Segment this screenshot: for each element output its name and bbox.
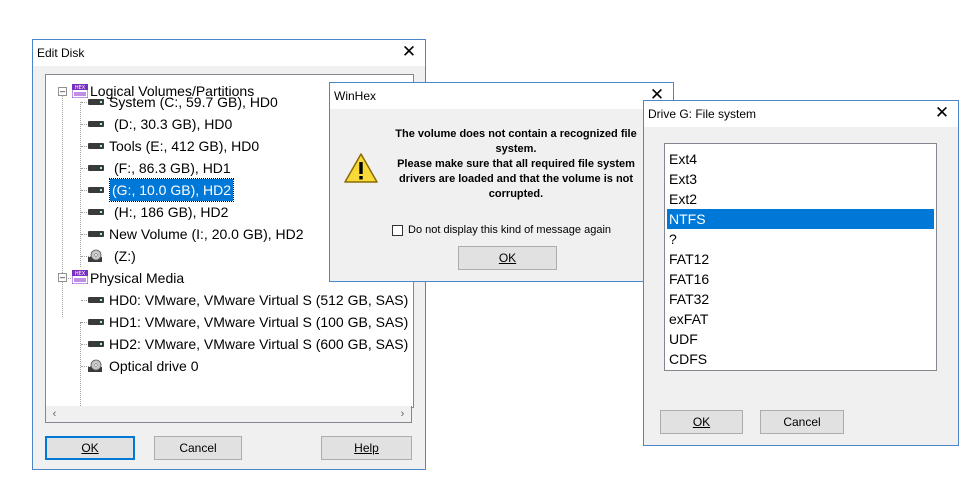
tree-item-volume[interactable]: (D:, 30.3 GB), HD0 bbox=[114, 113, 232, 135]
warning-icon bbox=[344, 153, 378, 183]
tree-line bbox=[80, 322, 81, 407]
collapse-icon[interactable]: – bbox=[58, 87, 67, 96]
hex-logo-icon: HEX bbox=[72, 84, 88, 98]
message-line-2: Please make sure that all required file … bbox=[397, 158, 635, 200]
scroll-left-icon[interactable]: ‹ bbox=[46, 406, 63, 422]
help-label: Help bbox=[354, 441, 379, 455]
warning-message: The volume does not contain a recognized… bbox=[390, 127, 642, 202]
optical-drive-icon bbox=[88, 249, 102, 262]
edit-disk-titlebar[interactable]: Edit Disk ✕ bbox=[33, 40, 425, 66]
list-item[interactable]: ? bbox=[667, 229, 934, 249]
list-item[interactable]: Ext2 bbox=[667, 189, 934, 209]
list-item[interactable]: CDFS bbox=[667, 349, 934, 369]
file-system-list[interactable]: Ext4 Ext3 Ext2 NTFS ? FAT12 FAT16 FAT32 … bbox=[664, 143, 937, 371]
close-icon[interactable]: ✕ bbox=[399, 42, 419, 62]
cancel-label: Cancel bbox=[179, 441, 217, 455]
hex-logo-icon: HEX bbox=[72, 270, 88, 284]
drive-icon bbox=[88, 121, 104, 127]
cancel-button[interactable]: Cancel bbox=[760, 410, 844, 434]
tree-root-physical[interactable]: Physical Media bbox=[90, 267, 184, 289]
list-item-selected[interactable]: NTFS bbox=[667, 209, 934, 229]
winhex-titlebar[interactable]: WinHex ✕ bbox=[330, 83, 673, 109]
drive-icon bbox=[88, 209, 104, 215]
list-item[interactable]: exFAT bbox=[667, 309, 934, 329]
list-item[interactable]: UDF bbox=[667, 329, 934, 349]
drive-icon bbox=[88, 297, 104, 303]
file-system-title: Drive G: File system bbox=[648, 107, 757, 121]
optical-drive-icon bbox=[88, 359, 102, 372]
ok-label: OK bbox=[81, 441, 99, 455]
ok-label: OK bbox=[498, 251, 517, 265]
help-button[interactable]: Help bbox=[321, 436, 412, 460]
ok-button[interactable]: OK bbox=[660, 410, 743, 434]
ok-label: OK bbox=[692, 415, 711, 429]
cancel-label: Cancel bbox=[783, 415, 821, 429]
list-item[interactable]: FAT32 bbox=[667, 289, 934, 309]
tree-item-disk[interactable]: HD2: VMware, VMware Virtual S (600 GB, S… bbox=[109, 333, 408, 355]
message-line-1: The volume does not contain a recognized… bbox=[395, 128, 637, 155]
tree-item-volume[interactable]: System (C:, 59.7 GB), HD0 bbox=[109, 91, 278, 113]
file-system-dialog: Drive G: File system ✕ Ext4 Ext3 Ext2 NT… bbox=[643, 100, 959, 446]
tree-item-volume[interactable]: Tools (E:, 412 GB), HD0 bbox=[109, 135, 259, 157]
tree-item-disk[interactable]: Optical drive 0 bbox=[109, 355, 198, 377]
ok-button[interactable]: OK bbox=[45, 436, 135, 460]
drive-icon bbox=[88, 143, 104, 149]
svg-text:HEX: HEX bbox=[75, 85, 86, 91]
collapse-icon[interactable]: – bbox=[58, 273, 67, 282]
tree-item-disk[interactable]: HD1: VMware, VMware Virtual S (100 GB, S… bbox=[109, 311, 408, 333]
drive-icon bbox=[88, 99, 104, 105]
list-item[interactable]: Ext4 bbox=[667, 149, 934, 169]
tree-item-volume[interactable]: (F:, 86.3 GB), HD1 bbox=[114, 157, 231, 179]
edit-disk-title: Edit Disk bbox=[37, 46, 85, 60]
file-system-titlebar[interactable]: Drive G: File system ✕ bbox=[644, 101, 958, 127]
svg-text:HEX: HEX bbox=[75, 271, 86, 277]
tree-item-volume[interactable]: (H:, 186 GB), HD2 bbox=[114, 201, 228, 223]
close-icon[interactable]: ✕ bbox=[932, 103, 952, 123]
drive-icon bbox=[88, 231, 104, 237]
tree-line bbox=[62, 91, 63, 317]
ok-button[interactable]: OK bbox=[458, 246, 557, 270]
tree-item-volume[interactable]: New Volume (I:, 20.0 GB), HD2 bbox=[109, 223, 304, 245]
winhex-title: WinHex bbox=[334, 89, 377, 103]
drive-icon bbox=[88, 165, 104, 171]
winhex-dialog: WinHex ✕ The volume does not contain a r… bbox=[329, 82, 674, 282]
dont-show-again-label[interactable]: Do not display this kind of message agai… bbox=[408, 224, 611, 236]
cancel-button[interactable]: Cancel bbox=[154, 436, 242, 460]
drive-icon bbox=[88, 187, 104, 193]
scroll-right-icon[interactable]: › bbox=[394, 406, 411, 422]
list-item[interactable]: Ext3 bbox=[667, 169, 934, 189]
tree-item-disk[interactable]: HD0: VMware, VMware Virtual S (512 GB, S… bbox=[109, 289, 408, 311]
list-item[interactable]: FAT16 bbox=[667, 269, 934, 289]
tree-line bbox=[80, 102, 81, 267]
horizontal-scrollbar[interactable]: ‹ › bbox=[45, 406, 412, 423]
dont-show-again-checkbox[interactable] bbox=[392, 225, 403, 236]
drive-icon bbox=[88, 341, 104, 347]
tree-item-volume[interactable]: (Z:) bbox=[114, 245, 136, 267]
list-item[interactable]: FAT12 bbox=[667, 249, 934, 269]
drive-icon bbox=[88, 319, 104, 325]
tree-item-volume-selected[interactable]: (G:, 10.0 GB), HD2 bbox=[108, 178, 235, 202]
